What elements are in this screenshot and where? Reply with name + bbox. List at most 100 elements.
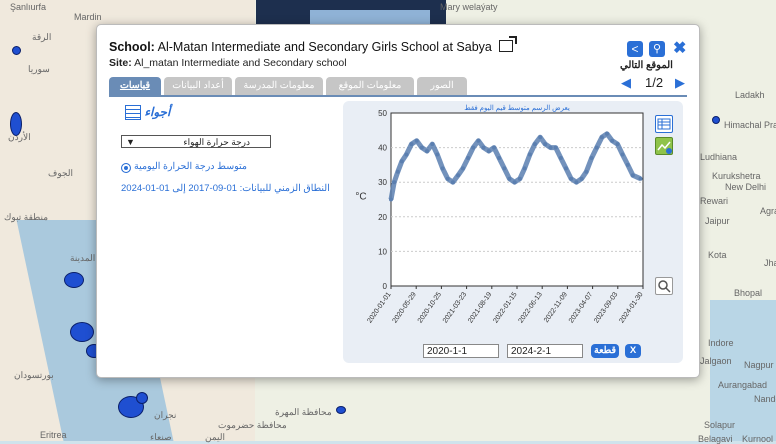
- chevron-down-icon: ▼: [126, 137, 135, 147]
- map-place-label: Mardin: [74, 12, 102, 22]
- data-point: [435, 152, 440, 157]
- data-point: [543, 142, 548, 147]
- data-point: [594, 145, 599, 150]
- map-place-label: Ludhiana: [700, 152, 738, 162]
- map-place-label: سوريا: [28, 64, 50, 74]
- data-point: [548, 145, 553, 150]
- y-tick-label: 30: [378, 178, 387, 187]
- date-to-input[interactable]: 2024-2-1: [507, 344, 583, 358]
- map-place-label: Jaipur: [705, 216, 730, 226]
- cut-button[interactable]: قطعة: [591, 344, 619, 358]
- data-point: [558, 156, 563, 160]
- data-point: [392, 180, 397, 185]
- data-point: [419, 145, 424, 150]
- daily-average-label: متوسط درجة الحرارة اليومية: [134, 161, 248, 172]
- clear-button[interactable]: X: [625, 344, 641, 358]
- x-tick-label: 2022-11-09: [543, 291, 569, 324]
- measurement-select[interactable]: ▼ درجة حرارة الهواء: [121, 135, 271, 148]
- school-marker[interactable]: [336, 406, 346, 414]
- data-point: [553, 145, 558, 150]
- data-range-text: النطاق الزمني للبيانات: 01-09-2017 إلى 0…: [121, 183, 330, 194]
- map-place-label: Aurangabad: [718, 380, 768, 390]
- school-marker[interactable]: [12, 46, 21, 55]
- map-place-label: Rewari: [700, 196, 729, 206]
- map-place-label: Himachal Pradesh: [724, 120, 776, 130]
- x-tick-label: 2022-06-13: [518, 291, 544, 324]
- tab-data-counts[interactable]: أعداد البيانات: [164, 77, 232, 95]
- chart-add-icon[interactable]: [655, 137, 673, 155]
- x-tick-label: 2022-01-15: [492, 291, 518, 324]
- x-tick-label: 2020-05-29: [392, 291, 418, 324]
- site-popup: School: Al-Matan Intermediate and Second…: [96, 24, 700, 378]
- map-place-label: New Delhi: [725, 182, 767, 192]
- tab-measurements[interactable]: قياسات: [109, 77, 161, 95]
- tab-photos[interactable]: الصور: [417, 77, 467, 95]
- map-place-label: Bhopal: [734, 288, 763, 298]
- chart-title: يعرض الرسم متوسط قيم اليوم فقط: [464, 104, 570, 112]
- popup-site: Site: Al_matan Intermediate and Secondar…: [109, 57, 347, 69]
- data-point: [589, 156, 594, 160]
- popup-title: School: Al-Matan Intermediate and Second…: [109, 36, 518, 54]
- map-place-label: Solapur: [704, 420, 736, 430]
- map-place-label: المدينة: [70, 253, 96, 263]
- map-place-label: الجوف: [48, 168, 74, 178]
- data-point: [579, 176, 584, 181]
- tab-school-info[interactable]: معلومات المدرسة: [235, 77, 323, 95]
- data-point: [497, 156, 502, 160]
- close-icon[interactable]: ✖: [673, 38, 686, 58]
- data-point: [507, 176, 512, 181]
- site-name: Al_matan Intermediate and Secondary scho…: [134, 57, 347, 69]
- data-point: [615, 142, 620, 147]
- x-tick-label: 2023-09-03: [593, 291, 619, 324]
- table-icon[interactable]: [125, 105, 141, 121]
- data-point: [630, 173, 635, 178]
- table-view-icon[interactable]: [655, 115, 673, 133]
- map-place-label: نجران: [154, 410, 177, 420]
- map-place-label: صنعاء: [150, 432, 172, 442]
- map-place-label: Nagpur: [744, 360, 774, 370]
- data-point: [574, 180, 579, 185]
- zoom-icon[interactable]: [655, 277, 673, 295]
- school-marker-cluster[interactable]: [64, 272, 84, 288]
- data-point: [399, 159, 404, 164]
- school-marker[interactable]: [136, 392, 148, 404]
- daily-average-radio[interactable]: [121, 163, 131, 173]
- map-place-label: Eritrea: [40, 430, 67, 440]
- data-point: [527, 152, 532, 157]
- data-point: [502, 166, 507, 171]
- data-point: [638, 176, 643, 181]
- link-icon[interactable]: ⚲: [649, 41, 665, 57]
- site-label: Site:: [109, 57, 132, 69]
- data-point: [456, 173, 461, 178]
- data-point: [610, 138, 615, 143]
- map-place-label: Şanlıurfa: [10, 2, 47, 12]
- external-link-icon[interactable]: [499, 36, 518, 52]
- share-icon[interactable]: <: [627, 41, 643, 57]
- school-marker-cluster[interactable]: [70, 322, 94, 342]
- measurement-select-value: درجة حرارة الهواء: [183, 137, 250, 147]
- data-point: [599, 135, 604, 140]
- previous-site-icon[interactable]: ◀: [621, 75, 631, 91]
- map-place-label: Jhansi: [764, 258, 776, 268]
- tab-site-info[interactable]: معلومات الموقع: [326, 77, 414, 95]
- data-point: [466, 156, 471, 160]
- temperature-chart: يعرض الرسم متوسط قيم اليوم فقط 0 10 20 30 40 5…: [355, 104, 644, 324]
- school-marker-cluster[interactable]: [10, 112, 22, 136]
- data-point: [620, 152, 625, 157]
- data-point: [584, 169, 589, 174]
- next-site-icon[interactable]: ▶: [675, 75, 685, 91]
- map-place-label: Kota: [708, 250, 727, 260]
- map-place-label: Kurukshetra: [712, 171, 761, 181]
- map-place-label: محافظة حضرموت: [218, 420, 287, 430]
- map-place-label: Kurnool: [742, 434, 774, 444]
- chart-container: يعرض الرسم متوسط قيم اليوم فقط 0 10 20 30 40 5…: [343, 101, 683, 363]
- school-name: Al-Matan Intermediate and Secondary Girl…: [157, 40, 492, 54]
- school-marker[interactable]: [712, 116, 720, 124]
- data-point: [395, 169, 400, 174]
- map-place-label: Mary welaýaty: [440, 2, 498, 12]
- map-place-label: Indore: [708, 338, 734, 348]
- x-tick-label: 2023-04-07: [568, 291, 594, 324]
- site-counter: 1/2: [645, 75, 664, 90]
- data-point: [625, 162, 630, 167]
- date-from-input[interactable]: 2020-1-1: [423, 344, 499, 358]
